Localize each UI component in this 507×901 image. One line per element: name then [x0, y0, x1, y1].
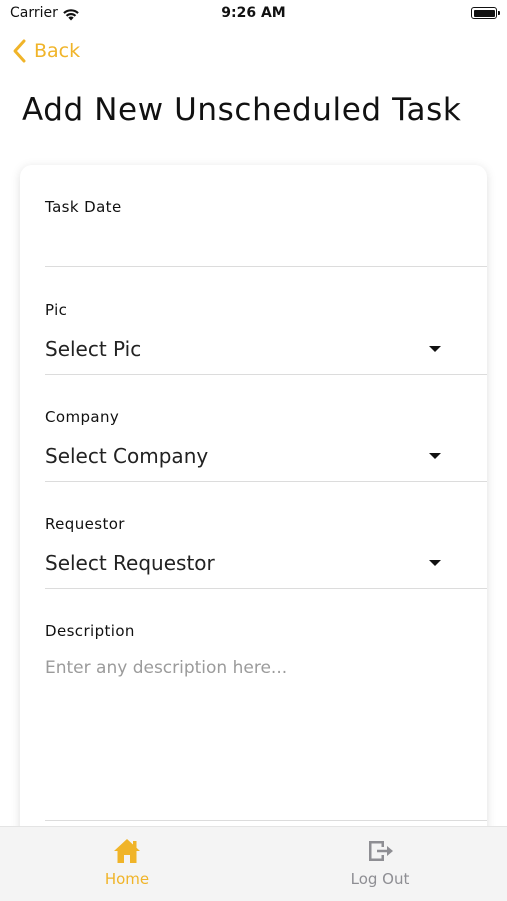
requestor-divider	[45, 588, 487, 589]
pic-select-value: Select Pic	[45, 337, 142, 361]
requestor-select-value: Select Requestor	[45, 551, 215, 575]
home-icon	[114, 839, 140, 863]
clock: 9:26 AM	[221, 5, 286, 21]
requestor-field: Requestor Select Requestor	[45, 515, 487, 589]
battery-icon	[471, 7, 500, 19]
task-date-label: Task Date	[45, 198, 122, 216]
caret-down-icon	[429, 346, 441, 352]
description-label: Description	[45, 622, 135, 640]
tab-home[interactable]: Home	[52, 837, 202, 888]
task-date-divider	[45, 266, 487, 267]
task-date-field[interactable]: Task Date	[45, 198, 487, 267]
caret-down-icon	[429, 453, 441, 459]
pic-label: Pic	[45, 301, 68, 319]
page-title: Add New Unscheduled Task	[22, 92, 462, 128]
requestor-label: Requestor	[45, 515, 125, 533]
requestor-select[interactable]: Select Requestor	[45, 551, 441, 575]
description-field: Description Enter any description here..…	[45, 622, 487, 821]
pic-select[interactable]: Select Pic	[45, 337, 441, 361]
tab-bar: Home Log Out	[0, 826, 507, 901]
description-input[interactable]: Enter any description here...	[45, 658, 287, 678]
company-divider	[45, 481, 487, 482]
company-field: Company Select Company	[45, 408, 487, 482]
chevron-left-icon	[13, 39, 26, 63]
pic-field: Pic Select Pic	[45, 301, 487, 375]
company-label: Company	[45, 408, 120, 426]
company-select-value: Select Company	[45, 444, 209, 468]
tab-home-label: Home	[104, 870, 150, 888]
tab-logout[interactable]: Log Out	[305, 837, 455, 888]
caret-down-icon	[429, 560, 441, 566]
tab-logout-label: Log Out	[350, 870, 410, 888]
back-button[interactable]: Back	[10, 38, 80, 64]
pic-divider	[45, 374, 487, 375]
description-divider	[45, 820, 487, 821]
logout-icon	[369, 841, 393, 861]
back-label: Back	[34, 40, 81, 62]
task-form-card: Task Date Pic Select Pic Company Select …	[20, 165, 487, 865]
status-bar: Carrier 9:26 AM	[0, 0, 507, 28]
company-select[interactable]: Select Company	[45, 444, 441, 468]
